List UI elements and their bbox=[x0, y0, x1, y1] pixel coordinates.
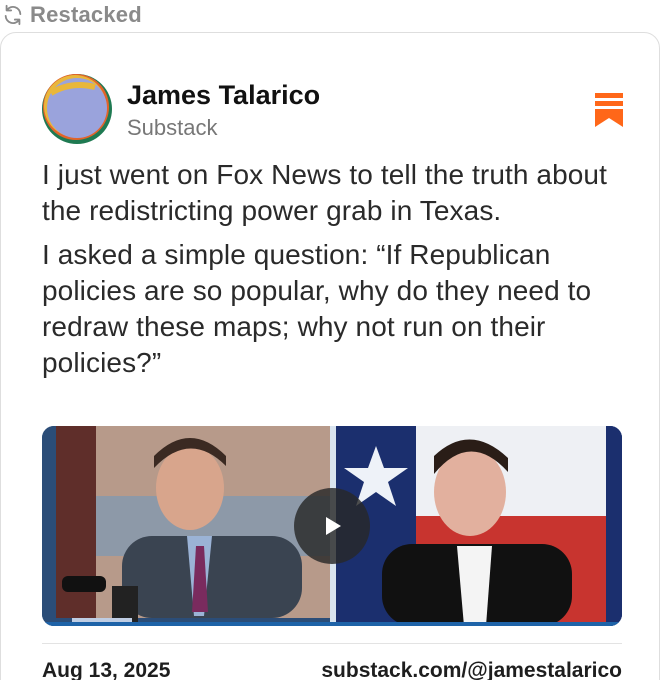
restacked-label: Restacked bbox=[30, 2, 142, 27]
restack-icon bbox=[2, 4, 24, 26]
post-date: Aug 13, 2025 bbox=[42, 659, 171, 680]
video-embed[interactable] bbox=[42, 426, 622, 626]
post-link[interactable]: substack.com/@jamestalarico bbox=[321, 659, 622, 680]
restacked-indicator: Restacked bbox=[2, 0, 142, 30]
post-paragraph: I just went on Fox News to tell the trut… bbox=[42, 159, 607, 226]
publication-name[interactable]: Substack bbox=[127, 113, 320, 143]
author-name[interactable]: James Talarico bbox=[127, 79, 320, 111]
post-body: I just went on Fox News to tell the trut… bbox=[42, 157, 632, 381]
divider bbox=[42, 643, 622, 644]
author-avatar[interactable] bbox=[41, 73, 113, 145]
bookmark-icon[interactable] bbox=[593, 93, 625, 127]
play-icon bbox=[319, 513, 345, 539]
post-card[interactable]: James Talarico Substack I just went on F… bbox=[0, 32, 660, 680]
play-button[interactable] bbox=[294, 488, 370, 564]
post-paragraph: I asked a simple question: “If Republica… bbox=[42, 239, 592, 378]
